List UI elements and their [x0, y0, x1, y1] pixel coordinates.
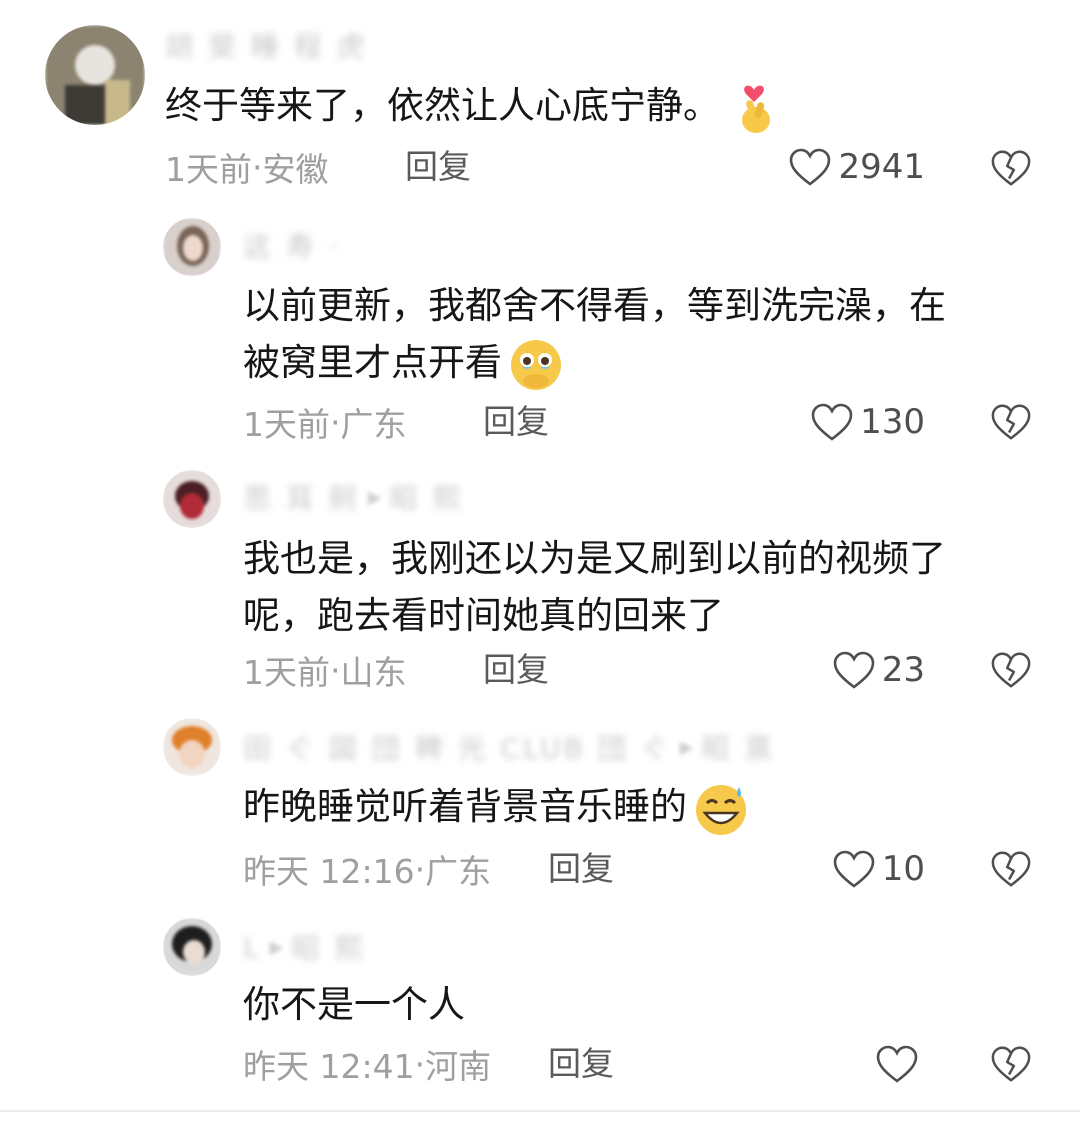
like-button[interactable]: 10: [832, 847, 925, 891]
avatar-image: [163, 218, 221, 276]
broken-heart-icon[interactable]: [990, 849, 1032, 889]
avatar-image: [163, 470, 221, 528]
finger-heart-emoji: [742, 85, 770, 133]
author-name[interactable]: 这 寿 ·: [243, 230, 341, 263]
author-name[interactable]: 胡 斐 睡 程 虎: [165, 30, 368, 63]
heart-icon: [833, 850, 875, 888]
comment-text: 昨晚睡觉听着背景音乐睡的: [243, 778, 749, 837]
comment-meta: 1天前 · 山东: [243, 650, 407, 693]
heart-icon: [811, 403, 853, 441]
separator-arrow-icon: ▶: [269, 936, 284, 958]
holding-back-tears-emoji: [511, 339, 561, 390]
reply-button[interactable]: 回复: [483, 650, 549, 690]
broken-heart-icon[interactable]: [990, 148, 1032, 188]
like-count: 2941: [838, 147, 925, 187]
comment-text: 终于等来了，依然让人心底宁静。: [165, 77, 782, 136]
comment-location: 安徽: [262, 150, 329, 189]
bottom-divider: [0, 1110, 1080, 1112]
reply-button[interactable]: 回复: [483, 402, 549, 442]
avatar-image: [163, 918, 221, 976]
author-name[interactable]: L ▶ 昭 熙: [243, 931, 365, 966]
heart-icon: [876, 1045, 918, 1083]
author-name[interactable]: 思 耳 舸 ▶ 昭 熙: [243, 482, 464, 515]
avatar[interactable]: [163, 918, 221, 976]
like-count: 130: [860, 402, 925, 442]
broken-heart-icon[interactable]: [990, 650, 1032, 690]
comment-location: 河南: [425, 1047, 492, 1086]
comment-time: 昨天 12:16: [243, 852, 415, 891]
comment-time: 1天前: [165, 150, 252, 189]
comment-text: 你不是一个人: [243, 983, 465, 1026]
separator-arrow-icon: ▶: [679, 736, 694, 758]
like-button[interactable]: 130: [810, 400, 925, 444]
comment-meta: 1天前 · 广东: [243, 402, 407, 445]
like-count: 10: [881, 849, 925, 889]
like-button[interactable]: 23: [832, 648, 925, 692]
comment-time: 1天前: [243, 653, 330, 692]
comment-time: 1天前: [243, 405, 330, 444]
comment-meta: 1天前 · 安徽: [165, 147, 329, 190]
avatar-image: [45, 25, 145, 125]
reply-button[interactable]: 回复: [548, 1044, 614, 1084]
comment-text: 以前更新，我都舍不得看，等到洗完澡，在 被窝里才点开看: [243, 277, 946, 393]
comment-location: 广东: [425, 852, 492, 891]
broken-heart-icon[interactable]: [990, 1044, 1032, 1084]
avatar[interactable]: [45, 25, 145, 125]
like-count: 23: [881, 650, 925, 690]
avatar[interactable]: [163, 718, 221, 776]
comment-meta: 昨天 12:41 · 河南: [243, 1044, 491, 1087]
avatar[interactable]: [163, 218, 221, 276]
comment-text: 我也是，我刚还以为是又刷到以前的视频了 呢，跑去看时间她真的回来了: [243, 537, 946, 637]
comment-time: 昨天 12:41: [243, 1047, 415, 1086]
author-name[interactable]: 田 ぐ 図 団 稗 光 CLUB 団 ぐ ▶ 昭 禀: [243, 732, 775, 765]
comment-location: 山东: [340, 653, 407, 692]
separator-arrow-icon: ▶: [367, 486, 382, 508]
reply-button[interactable]: 回复: [405, 147, 471, 187]
grinning-sweat-emoji: [696, 784, 746, 835]
avatar-image: [163, 718, 221, 776]
like-button[interactable]: 2941: [788, 145, 925, 189]
heart-icon: [790, 148, 831, 186]
broken-heart-icon[interactable]: [990, 402, 1032, 442]
heart-icon: [833, 651, 875, 689]
like-button[interactable]: [875, 1042, 925, 1086]
comment-location: 广东: [340, 405, 407, 444]
comment-meta: 昨天 12:16 · 广东: [243, 849, 491, 892]
avatar[interactable]: [163, 470, 221, 528]
reply-button[interactable]: 回复: [548, 849, 614, 889]
